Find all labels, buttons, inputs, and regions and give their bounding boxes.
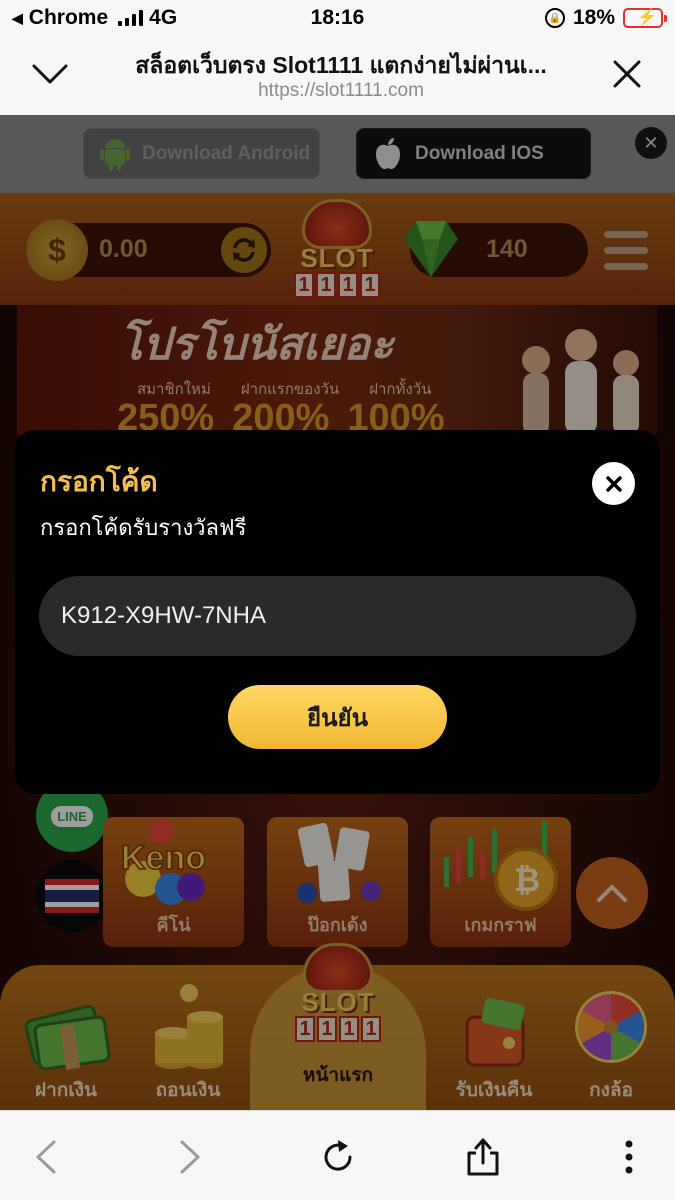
code-input[interactable] (39, 576, 636, 656)
share-icon (467, 1138, 499, 1176)
page-title: สล็อตเว็บตรง Slot1111 แตกง่ายไม่ผ่านเ... (135, 52, 547, 78)
battery-percent: 18% (572, 6, 615, 29)
status-right: 🔒 18% ⚡ (544, 6, 667, 30)
chevron-left-icon (36, 1140, 56, 1174)
close-icon[interactable] (609, 56, 645, 92)
rotation-lock-icon: 🔒 (544, 8, 565, 28)
browser-toolbar (0, 1110, 675, 1200)
charging-bolt-icon: ⚡ (637, 9, 657, 26)
more-vertical-icon (625, 1140, 633, 1174)
chevron-right-icon (180, 1140, 200, 1174)
browser-title-bar: สล็อตเว็บตรง Slot1111 แตกง่ายไม่ผ่านเ...… (0, 38, 675, 115)
share-button[interactable] (461, 1135, 505, 1179)
chevron-down-icon[interactable] (30, 58, 70, 88)
reload-icon (324, 1140, 352, 1171)
close-icon (605, 475, 622, 492)
confirm-button[interactable]: ยืนยัน (228, 685, 447, 749)
forward-button[interactable] (168, 1135, 212, 1179)
more-options-button[interactable] (607, 1135, 651, 1179)
back-button[interactable] (24, 1135, 68, 1179)
page-url[interactable]: https://slot1111.com (96, 80, 586, 102)
redeem-code-dialog: กรอกโค้ด กรอกโค้ดรับรางวัลฟรี ยืนยัน (15, 430, 660, 794)
battery-icon: ⚡ (623, 8, 667, 28)
reload-button[interactable] (316, 1135, 360, 1179)
status-bar: ◀ Chrome 4G 18:16 🔒 18% ⚡ (0, 0, 675, 38)
dialog-subtitle: กรอกโค้ดรับรางวัลฟรี (40, 515, 247, 540)
dialog-close-button[interactable] (592, 462, 635, 505)
dialog-title: กรอกโค้ด (40, 466, 158, 497)
